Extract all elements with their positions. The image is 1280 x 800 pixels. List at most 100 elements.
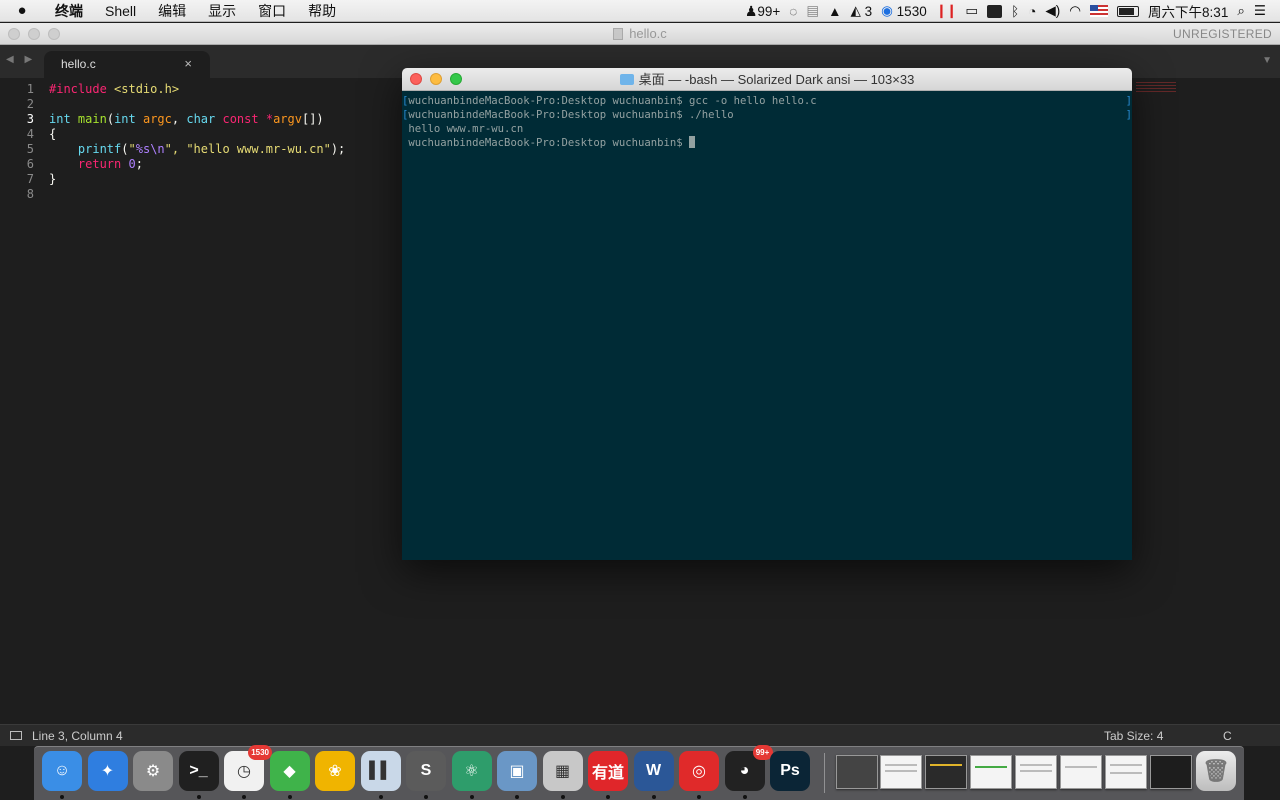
line-number: 8 bbox=[26, 187, 34, 201]
drive-icon[interactable]: ▤ bbox=[806, 0, 819, 22]
apple-menu-icon[interactable]: ● bbox=[0, 2, 44, 19]
atom-icon[interactable]: ⚛ bbox=[451, 751, 492, 791]
airdisplay-icon[interactable]: ▲ bbox=[828, 0, 841, 22]
tes-glyph: ❀ bbox=[328, 763, 342, 780]
system-preferences-icon[interactable]: ⚙ bbox=[133, 751, 173, 791]
running-indicator bbox=[651, 795, 656, 799]
token-star: * bbox=[265, 112, 274, 126]
bluetooth-icon[interactable]: ᛒ bbox=[1011, 0, 1019, 22]
menu-view[interactable]: 显示 bbox=[197, 0, 247, 22]
parallels-icon[interactable]: ▌▌ bbox=[360, 751, 401, 791]
tab-navigation-arrows-icon[interactable]: ◀ ▶ bbox=[6, 54, 36, 65]
wifi-icon[interactable]: ◠ bbox=[1069, 0, 1081, 22]
terminal-icon[interactable]: >_ bbox=[178, 751, 219, 791]
memory-icon[interactable] bbox=[987, 0, 1003, 22]
netease-music-icon[interactable]: ◎ bbox=[679, 751, 719, 791]
menu-shell[interactable]: Shell bbox=[94, 0, 147, 22]
parallels-status-icon[interactable]: ❙❙ bbox=[936, 0, 958, 22]
line-number: 6 bbox=[26, 157, 34, 171]
qq-badge: 99+ bbox=[757, 3, 781, 19]
minimized-window-thumbnail[interactable] bbox=[1060, 755, 1102, 789]
notification-center-icon[interactable]: ☰ bbox=[1254, 0, 1266, 22]
minimized-window-thumbnail[interactable] bbox=[1150, 755, 1192, 789]
evernote-icon[interactable]: ◆ bbox=[269, 751, 310, 791]
volume-icon[interactable]: ◀) bbox=[1045, 0, 1060, 22]
include-directive: #include bbox=[49, 82, 107, 96]
menu-terminal[interactable]: 终端 bbox=[44, 0, 94, 22]
calculator-icon[interactable]: ▦ bbox=[542, 751, 583, 791]
running-indicator bbox=[424, 795, 428, 799]
tes-icon[interactable]: ❀ bbox=[315, 751, 355, 791]
sublime-text-icon[interactable]: S bbox=[406, 751, 446, 791]
token-function: printf bbox=[77, 142, 122, 156]
code-line-6: return 0; bbox=[49, 157, 345, 172]
folder-icon bbox=[619, 74, 634, 85]
terminal-title-bar[interactable]: 桌面 — -bash — Solarized Dark ansi — 103×3… bbox=[402, 68, 1132, 91]
line-number: 7 bbox=[26, 172, 34, 186]
input-source-flag-icon[interactable] bbox=[1090, 0, 1109, 22]
timer-icon[interactable]: ◉ 1530 bbox=[881, 0, 927, 22]
time-tracker-glyph: ◷ bbox=[237, 763, 251, 780]
search-bubble-icon[interactable]: ◌ bbox=[789, 0, 797, 22]
preview-icon[interactable]: ▣ bbox=[497, 751, 537, 791]
terminal-output[interactable]: [wuchuanbindeMacBook-Pro:Desktop wuchuan… bbox=[402, 91, 1132, 560]
token-type: int bbox=[49, 112, 71, 126]
youdao-dictionary-icon[interactable]: 有道 bbox=[588, 751, 628, 791]
running-indicator bbox=[196, 795, 201, 799]
time-machine-icon[interactable]: ◔ bbox=[1028, 0, 1036, 22]
token-function: main bbox=[77, 112, 107, 126]
finder-icon[interactable]: ☺ bbox=[42, 751, 82, 791]
word-glyph: W bbox=[645, 762, 662, 779]
token-const: const bbox=[222, 112, 259, 126]
token-param: argc bbox=[142, 112, 172, 126]
preview-glyph: ▣ bbox=[509, 763, 525, 780]
menubar-clock[interactable]: 周六下午8:31 bbox=[1148, 0, 1228, 22]
menu-edit[interactable]: 编辑 bbox=[147, 0, 197, 22]
token-param: argv bbox=[273, 112, 302, 126]
tab-close-icon[interactable]: × bbox=[184, 56, 192, 71]
minimized-window-thumbnail[interactable] bbox=[880, 755, 922, 789]
tab-size-selector[interactable]: Tab Size: 4 bbox=[1104, 729, 1163, 743]
tab-dropdown-icon[interactable]: ▼ bbox=[1262, 55, 1272, 66]
spotlight-search-icon[interactable]: ⌕ bbox=[1237, 0, 1245, 22]
tab-label: hello.c bbox=[61, 57, 96, 71]
minimized-window-thumbnail[interactable] bbox=[836, 755, 878, 789]
minimized-window-thumbnail[interactable] bbox=[970, 755, 1012, 789]
qq-status-icon[interactable]: ♟ 99+ bbox=[745, 0, 780, 22]
token-type: int bbox=[114, 112, 136, 126]
battery-icon[interactable] bbox=[1117, 0, 1140, 22]
token-close: []) bbox=[301, 112, 324, 126]
word-icon[interactable]: W bbox=[633, 751, 674, 791]
trash-icon[interactable]: 🗑 bbox=[1196, 751, 1236, 791]
photoshop-icon[interactable]: Ps bbox=[770, 751, 810, 791]
running-indicator bbox=[606, 795, 610, 799]
token-end: ); bbox=[330, 142, 346, 156]
minimized-window-thumbnail[interactable] bbox=[1015, 755, 1057, 789]
safari-icon[interactable]: ✦ bbox=[87, 751, 128, 791]
document-proxy-icon[interactable] bbox=[613, 28, 624, 40]
minimized-window-thumbnail[interactable] bbox=[925, 755, 967, 789]
airplay-icon[interactable]: ▭ bbox=[965, 0, 978, 22]
menu-window[interactable]: 窗口 bbox=[247, 0, 297, 22]
running-indicator bbox=[742, 795, 747, 799]
time-tracker-icon[interactable]: ◷ 1530 bbox=[224, 745, 272, 791]
syntax-selector[interactable]: C bbox=[1223, 729, 1232, 743]
panel-toggle-icon[interactable] bbox=[10, 731, 22, 740]
line-number: 5 bbox=[26, 142, 34, 156]
line-number: 2 bbox=[26, 97, 34, 111]
dock: ☺ ✦ ⚙ >_ ◷ 1530 ◆ ❀ ▌▌ S ⚛ ▣ ▦ 有道 W ◎ ◕ 99+ Ps 🗑 bbox=[34, 745, 1244, 800]
menu-help[interactable]: 帮助 bbox=[297, 0, 347, 22]
netease-music-glyph: ◎ bbox=[692, 763, 706, 780]
terminal-window: 桌面 — -bash — Solarized Dark ansi — 103×3… bbox=[402, 68, 1132, 560]
minimap[interactable] bbox=[1136, 82, 1176, 94]
qq-icon[interactable]: ◕ 99+ bbox=[724, 745, 773, 791]
running-indicator bbox=[469, 795, 474, 799]
terminal-line: [wuchuanbindeMacBook-Pro:Desktop wuchuan… bbox=[402, 95, 1132, 107]
token-string: "hello www.mr-wu.cn" bbox=[186, 142, 331, 156]
adobe-icon[interactable]: ◭ 3 bbox=[850, 0, 872, 22]
terminal-glyph: >_ bbox=[189, 762, 208, 779]
minimized-window-thumbnail[interactable] bbox=[1105, 755, 1147, 789]
line-number: 1 bbox=[26, 82, 34, 96]
sublime-window-title: hello.c bbox=[629, 26, 667, 41]
tab-hello-c[interactable]: hello.c × bbox=[44, 51, 210, 78]
